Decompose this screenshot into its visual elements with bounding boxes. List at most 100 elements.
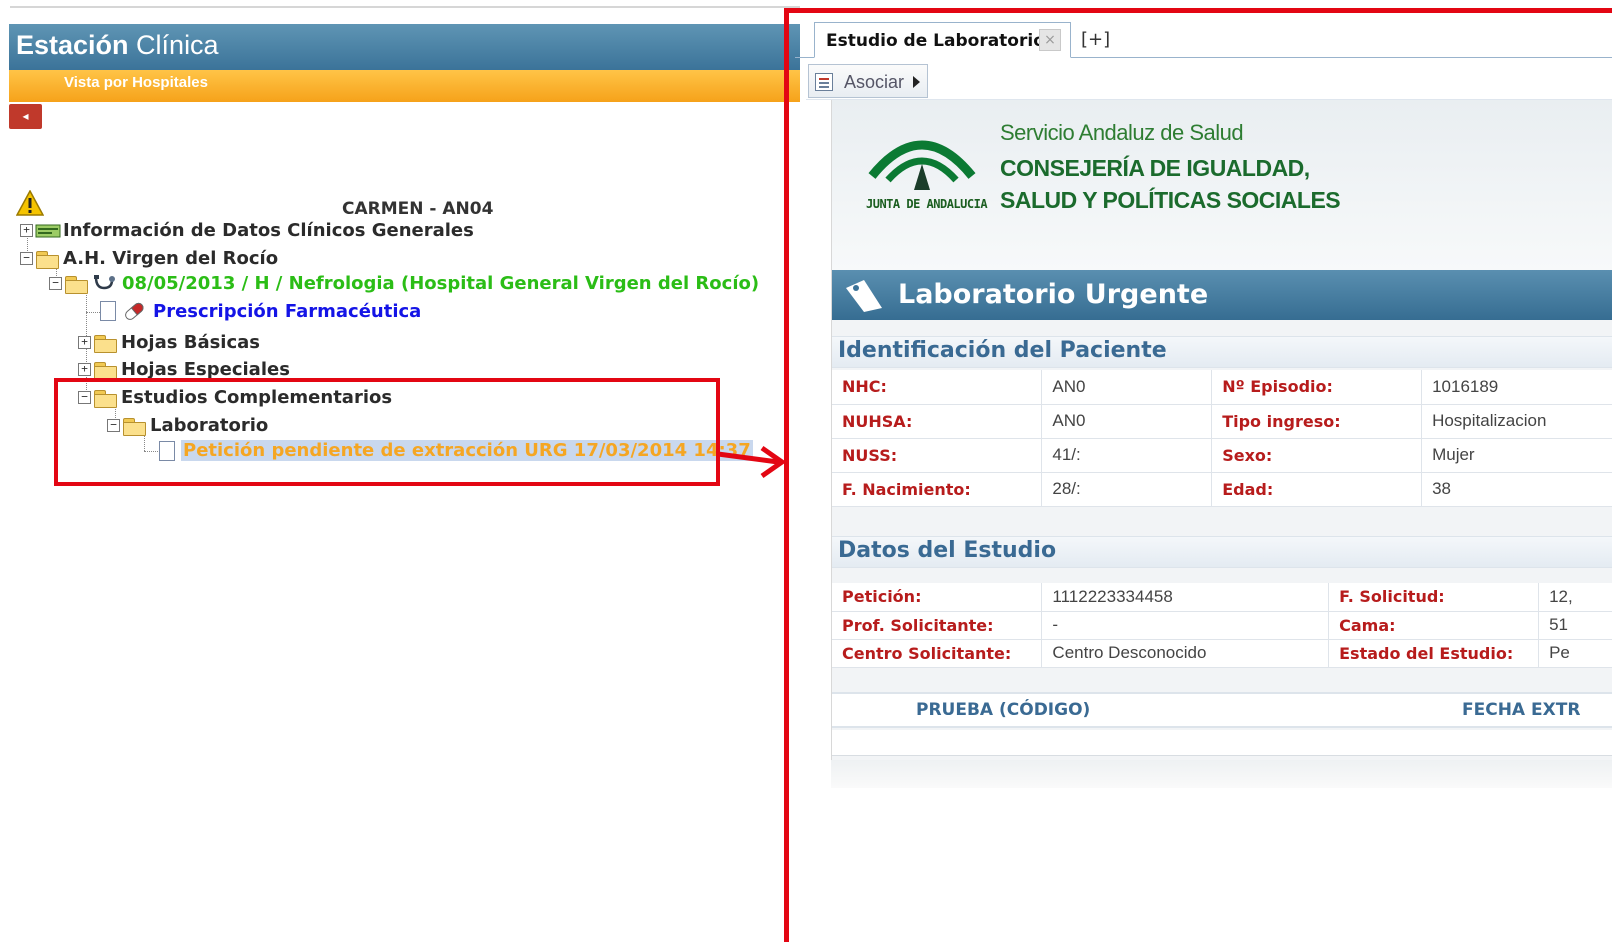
- tree-item-prescription[interactable]: Prescripción Farmacéutica: [100, 300, 421, 322]
- table-row: NUSS: 41/: Sexo: Mujer: [832, 438, 1612, 473]
- asociar-button[interactable]: Asociar: [808, 64, 928, 98]
- clinical-data-icon: [35, 224, 61, 237]
- lab-report: JUNTA DE ANDALUCIA Servicio Andaluz de S…: [831, 100, 1612, 760]
- field-label: Estado del Estudio:: [1328, 639, 1540, 668]
- patient-name: CARMEN - AN04: [342, 199, 494, 219]
- collapse-icon[interactable]: −: [49, 277, 62, 290]
- field-label: Sexo:: [1211, 438, 1423, 473]
- back-arrow-icon: ◂: [22, 109, 29, 123]
- highlight-box: [54, 378, 720, 486]
- top-divider: [10, 6, 800, 8]
- field-label: Edad:: [1211, 472, 1423, 507]
- field-value: 1112223334458: [1041, 583, 1330, 612]
- field-value: Mujer: [1421, 438, 1612, 473]
- expand-icon[interactable]: +: [20, 224, 33, 237]
- field-value: 38: [1421, 472, 1612, 507]
- tree-item-episode[interactable]: − 08/05/2013 / H / Nefrologia (Hospital …: [49, 273, 759, 294]
- app-title: Estación Clínica: [16, 30, 219, 61]
- results-table-header: PRUEBA (CÓDIGO) FECHA EXTR: [832, 692, 1612, 728]
- collapse-icon[interactable]: −: [20, 252, 33, 265]
- field-label: Cama:: [1328, 611, 1540, 640]
- tag-icon: [846, 280, 882, 312]
- field-value: 1016189: [1421, 370, 1612, 405]
- report-footer: [831, 760, 1612, 788]
- tree-label: Información de Datos Clínicos Generales: [63, 220, 474, 241]
- column-header-date[interactable]: FECHA EXTR: [1462, 700, 1580, 720]
- section-title-study: Datos del Estudio: [838, 538, 1057, 563]
- field-value: AN0: [1041, 370, 1213, 405]
- tree-item-basic-sheets[interactable]: + Hojas Básicas: [78, 332, 260, 353]
- expand-icon[interactable]: +: [78, 336, 91, 349]
- asociar-label: Asociar: [844, 72, 905, 92]
- arrow-annotation-icon: [717, 445, 787, 479]
- folder-icon: [93, 334, 117, 353]
- patient-info-table: NHC: AN0 Nº Episodio: 1016189 NUHSA: AN0…: [832, 370, 1612, 507]
- field-value: AN0: [1041, 404, 1213, 439]
- field-label: Nº Episodio:: [1211, 370, 1423, 405]
- lab-title-bar: Laboratorio Urgente: [832, 270, 1612, 320]
- stethoscope-icon: [94, 274, 115, 289]
- field-value: Pe: [1538, 639, 1612, 668]
- column-header-test[interactable]: PRUEBA (CÓDIGO): [916, 700, 1090, 720]
- results-table-body: [832, 730, 1612, 756]
- field-label: Petición:: [832, 583, 1043, 612]
- org-name-line1: Servicio Andaluz de Salud: [1000, 120, 1244, 145]
- table-row: NHC: AN0 Nº Episodio: 1016189: [832, 370, 1612, 405]
- field-value: 51: [1538, 611, 1612, 640]
- folder-icon: [93, 361, 117, 380]
- report-letterhead: JUNTA DE ANDALUCIA Servicio Andaluz de S…: [832, 100, 1612, 270]
- section-title-patient: Identificación del Paciente: [838, 338, 1167, 363]
- tree-item-special-sheets[interactable]: + Hojas Especiales: [78, 359, 290, 380]
- toolbar: Asociar: [806, 62, 1612, 100]
- add-tab-button[interactable]: [+]: [1081, 29, 1110, 50]
- field-label: NUHSA:: [832, 404, 1043, 439]
- field-value: Hospitalizacion: [1421, 404, 1612, 439]
- field-value: -: [1041, 611, 1330, 640]
- tree-item-general-info[interactable]: + Información de Datos Clínicos Generale…: [20, 220, 474, 241]
- field-value: 28/:: [1041, 472, 1213, 507]
- tree-label: A.H. Virgen del Rocío: [63, 248, 279, 269]
- study-info-table: Petición: 1112223334458 F. Solicitud: 12…: [832, 583, 1612, 668]
- associate-icon: [815, 73, 833, 91]
- org-name-line2: CONSEJERÍA DE IGUALDAD,: [1000, 155, 1310, 181]
- view-subtitle: Vista por Hospitales: [64, 74, 208, 91]
- tree-label: Hojas Básicas: [121, 332, 261, 353]
- table-row: NUHSA: AN0 Tipo ingreso: Hospitalizacion: [832, 404, 1612, 439]
- lab-title: Laboratorio Urgente: [898, 279, 1209, 310]
- field-value: Centro Desconocido: [1041, 639, 1330, 668]
- table-row: Prof. Solicitante: - Cama: 51: [832, 611, 1612, 640]
- field-label: Prof. Solicitante:: [832, 611, 1043, 640]
- field-value: 41/:: [1041, 438, 1213, 473]
- chevron-right-icon: [913, 76, 920, 88]
- table-row: Centro Solicitante: Centro Desconocido E…: [832, 639, 1612, 668]
- junta-label: JUNTA DE ANDALUCIA: [866, 197, 988, 211]
- collapse-back-button[interactable]: ◂: [9, 104, 42, 129]
- tab-bar: Estudio de Laboratorio × [+]: [795, 20, 1612, 58]
- close-icon[interactable]: ×: [1039, 29, 1061, 51]
- tree-connector: [86, 312, 100, 313]
- expand-icon[interactable]: +: [78, 363, 91, 376]
- left-panel: Estación Clínica Vista por Hospitales ◂ …: [0, 0, 800, 942]
- table-row: F. Nacimiento: 28/: Edad: 38: [832, 472, 1612, 507]
- tree-label: Hojas Especiales: [121, 359, 290, 380]
- tab-label: Estudio de Laboratorio: [826, 31, 1045, 51]
- tree-label-prescription: Prescripción Farmacéutica: [153, 300, 422, 322]
- field-value: 12,: [1538, 583, 1612, 612]
- app-header: Estación Clínica: [9, 24, 800, 70]
- app-title-rest: Clínica: [128, 30, 219, 60]
- tree-label-episode: 08/05/2013 / H / Nefrologia (Hospital Ge…: [122, 273, 760, 294]
- app-title-bold: Estación: [16, 30, 129, 60]
- table-row: Petición: 1112223334458 F. Solicitud: 12…: [832, 583, 1612, 612]
- field-label: NHC:: [832, 370, 1043, 405]
- document-icon: [100, 301, 116, 321]
- view-subheader: Vista por Hospitales: [9, 70, 800, 102]
- warning-icon: [16, 190, 44, 216]
- field-label: Centro Solicitante:: [832, 639, 1043, 668]
- field-label: F. Solicitud:: [1328, 583, 1540, 612]
- tab-lab-study[interactable]: Estudio de Laboratorio ×: [814, 22, 1071, 58]
- field-label: NUSS:: [832, 438, 1043, 473]
- tree-item-hospital[interactable]: − A.H. Virgen del Rocío: [20, 248, 278, 269]
- folder-icon: [64, 275, 88, 294]
- folder-icon: [35, 250, 59, 269]
- org-name-line3: SALUD Y POLÍTICAS SOCIALES: [1000, 187, 1341, 213]
